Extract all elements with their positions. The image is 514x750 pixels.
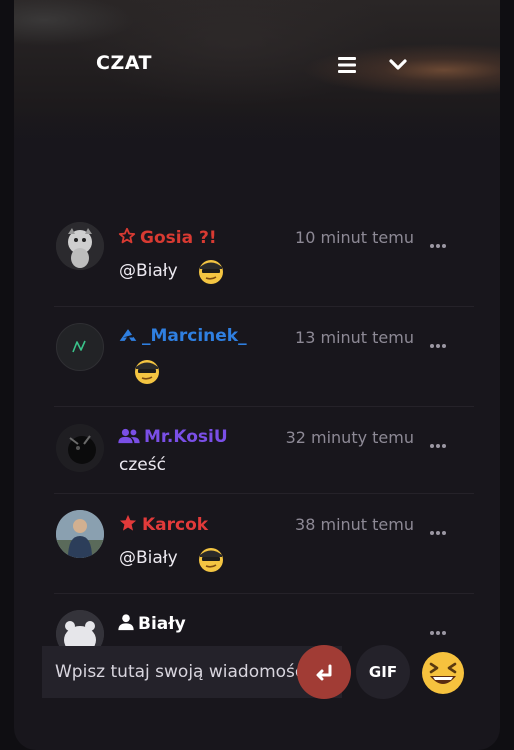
avatar-image — [72, 340, 86, 353]
star-filled-icon — [119, 514, 137, 531]
avatar-image — [56, 424, 104, 472]
message-text: @Biały — [119, 261, 178, 281]
shades-smirk-emote — [199, 548, 223, 572]
timestamp: 10 minut temu — [295, 228, 414, 247]
timestamp: 32 minuty temu — [285, 428, 414, 447]
avatar-image — [56, 222, 104, 270]
more-options-icon[interactable] — [430, 233, 450, 248]
avatar-image — [56, 510, 104, 558]
timestamp: 38 minut temu — [295, 515, 414, 534]
avatar[interactable] — [56, 222, 104, 270]
username[interactable]: Mr.KosiU — [118, 427, 228, 447]
more-options-icon[interactable] — [430, 433, 450, 448]
username[interactable]: _Marcinek_ — [118, 326, 247, 346]
gif-button[interactable]: GIF — [356, 645, 410, 699]
avatar[interactable] — [56, 323, 104, 371]
more-options-icon[interactable] — [430, 620, 450, 635]
avatar[interactable] — [56, 424, 104, 472]
chat-panel: CZAT Gosia ?! 10 minut temu @Biały _Marc… — [14, 0, 500, 750]
shades-smirk-emote — [199, 260, 223, 284]
username[interactable]: Karcok — [118, 514, 208, 535]
timestamp: 13 minut temu — [295, 328, 414, 347]
users-icon — [118, 428, 140, 444]
more-options-icon[interactable] — [430, 520, 450, 535]
message-text: cześć — [119, 455, 166, 475]
chevron-down-icon[interactable] — [387, 54, 409, 76]
enter-icon — [316, 664, 332, 681]
avatar[interactable] — [56, 510, 104, 558]
star-outline-icon — [118, 227, 136, 244]
username[interactable]: Biały — [118, 614, 186, 634]
chat-title: CZAT — [96, 52, 152, 74]
hamburger-icon[interactable] — [336, 54, 358, 76]
message-text: @Biały — [119, 548, 178, 568]
more-options-icon[interactable] — [430, 333, 450, 348]
laughing-emoji-icon[interactable] — [420, 650, 466, 696]
send-button[interactable] — [297, 645, 351, 699]
shades-smirk-emote — [135, 360, 159, 384]
username[interactable]: Gosia ?! — [118, 227, 217, 248]
arrow-logo-icon — [119, 329, 137, 341]
user-icon — [118, 614, 134, 631]
